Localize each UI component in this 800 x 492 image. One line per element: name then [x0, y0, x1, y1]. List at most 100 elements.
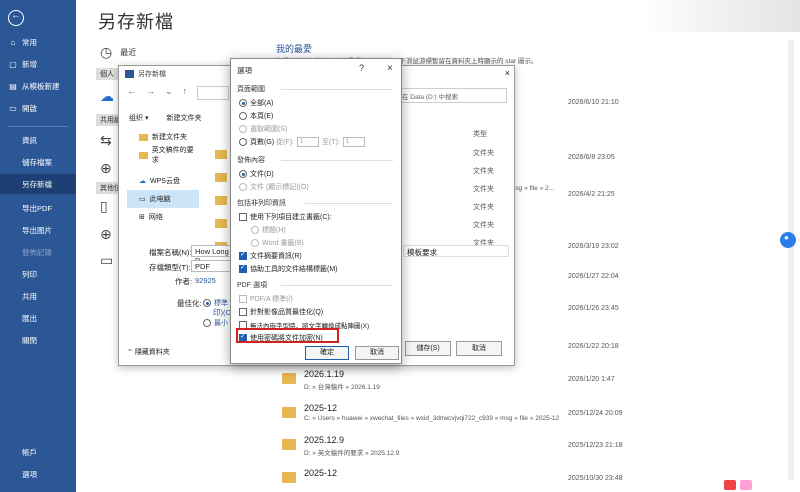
location-recent[interactable]: ◷ 最近 [100, 44, 136, 61]
new-folder-button[interactable]: 新建文件夹 [166, 113, 201, 123]
save-button[interactable]: 儲存(S) [405, 341, 451, 356]
optimize-label: 最佳化: [177, 299, 202, 308]
nav-info[interactable]: 資訊 [0, 130, 76, 150]
network-icon: ⊞ [139, 214, 145, 221]
section-personal: 個人 [96, 68, 118, 80]
nav-history: 發佈記錄 [22, 247, 52, 257]
type-column-header[interactable]: 类型 [473, 129, 487, 139]
nav-template[interactable]: ▤ 从模板新建 [0, 76, 76, 96]
folder-icon [282, 373, 296, 384]
folder-icon [282, 472, 296, 483]
option-optimize[interactable]: 針對影像品質最佳化(Q) [239, 307, 323, 317]
checkbox-optimize[interactable] [239, 308, 247, 316]
tree-item[interactable]: 新建文件夹 [127, 128, 199, 146]
option-headings: 標題(H) [251, 225, 286, 235]
nav-account[interactable]: 帳戶 [0, 442, 76, 462]
folder-icon [215, 219, 227, 228]
close-icon[interactable]: × [505, 68, 510, 78]
assistant-icon[interactable] [780, 232, 796, 248]
recent-folder-row[interactable]: 2025-12 2025/10/30 23:48 [276, 466, 786, 492]
recent-folder-row[interactable]: 2025.12.9 D: » 英文稿件的要求 » 2025.12.9 2025/12… [276, 433, 786, 459]
close-icon[interactable]: × [387, 63, 393, 74]
tree-item[interactable]: 英文稿件的要求 [127, 146, 199, 164]
option-tags[interactable]: 協助工具的文件結構標籤(M) [239, 263, 338, 274]
radio-current[interactable] [239, 112, 247, 120]
checkbox-pdfa [239, 295, 247, 303]
radio-standard[interactable] [203, 299, 211, 307]
nav-export-pdf[interactable]: 导出PDF [0, 198, 76, 218]
nav-print[interactable]: 列印 [0, 264, 76, 284]
option-current[interactable]: 本頁(E) [239, 111, 273, 121]
filename-field[interactable]: How Long D [191, 245, 233, 265]
divider [281, 89, 393, 90]
checkbox-bookmarks[interactable] [239, 213, 247, 221]
radio-pages[interactable] [239, 138, 247, 146]
back-icon[interactable] [8, 10, 24, 26]
encrypt-highlight-box [236, 328, 339, 343]
search-input[interactable]: 在 Data (D:) 中搜索 [397, 88, 507, 103]
cancel-button[interactable]: 取消 [456, 341, 502, 356]
radio-document[interactable] [239, 170, 247, 178]
globe-icon: ⊕ [100, 160, 112, 176]
nav-export[interactable]: 匯出 [0, 308, 76, 328]
file-list-partial [215, 150, 231, 260]
location-add[interactable]: ⊕ [100, 226, 120, 243]
option-all[interactable]: 全部(A) [239, 98, 273, 108]
tree-item[interactable]: ▭ 此电脑 [127, 190, 199, 208]
nav-save-as[interactable]: 另存新檔 [0, 174, 76, 194]
tree-item[interactable]: ☁ WPS云盘 [127, 172, 199, 190]
back-arrow-icon[interactable]: ← [127, 86, 136, 97]
checkbox-tags[interactable] [239, 263, 247, 273]
nav-new[interactable]: ▢ 新增 [0, 54, 76, 74]
location-this-pc[interactable]: ▯ [100, 198, 116, 215]
pc-icon: ▭ [139, 196, 146, 203]
scrollbar[interactable] [788, 40, 794, 480]
help-icon[interactable]: ? [359, 63, 364, 73]
tray-icon [724, 480, 736, 490]
nav-share[interactable]: 共用 [0, 286, 76, 306]
folder-tree: 新建文件夹 英文稿件的要求 ☁ WPS云盘 ▭ 此电脑 ⊞ 网络 [127, 128, 199, 236]
location-other[interactable]: ⊕ [100, 160, 120, 177]
option-bookmarks[interactable]: 使用下列項目建立書籤(C): [239, 212, 332, 222]
address-bar[interactable] [197, 86, 229, 100]
radio-selection [239, 125, 247, 133]
forward-arrow-icon[interactable]: → [146, 86, 155, 97]
filetype-label: 存檔類型(T): [149, 263, 191, 272]
to-page-spinner[interactable]: 1 [342, 137, 365, 147]
page-title: 另存新檔 [98, 12, 174, 32]
share-icon: ⇆ [100, 132, 112, 148]
option-props[interactable]: 文件摘要資訊(R) [239, 250, 302, 261]
nav-home[interactable]: ⌂ 常用 [0, 32, 76, 52]
nav-save[interactable]: 儲存檔案 [0, 152, 76, 172]
checkbox-props[interactable] [239, 250, 247, 260]
group-pdf: PDF 選項 [237, 282, 267, 289]
tags-field[interactable]: 模板要求 [403, 245, 509, 257]
radio-markup [239, 183, 247, 191]
recent-folder-row[interactable]: 2025-12 C: » Users » huawei » xwechat_fil… [276, 401, 786, 427]
location-share[interactable]: ⇆ [100, 132, 120, 149]
optimize-min[interactable]: 最小 [203, 318, 228, 328]
nav-arrows: ← → ⌄ ↑ [127, 86, 187, 97]
options-cancel-button[interactable]: 取消 [355, 346, 399, 360]
nav-open[interactable]: ▭ 開啟 [0, 98, 76, 118]
radio-headings [251, 226, 259, 234]
nav-options[interactable]: 選項 [0, 464, 76, 484]
up-arrow-icon[interactable]: ↑ [183, 86, 188, 97]
word-icon [125, 70, 134, 78]
tree-item[interactable]: ⊞ 网络 [127, 208, 199, 226]
hide-folders-toggle[interactable]: ⌃ 隱藏資料夾 [127, 347, 170, 357]
radio-all[interactable] [239, 99, 247, 107]
option-pages[interactable]: 頁數(G) 從(F): 1 至(T): 1 [239, 137, 368, 147]
from-page-spinner[interactable]: 1 [297, 137, 319, 147]
nav-export-image[interactable]: 导出图片 [0, 220, 76, 240]
radio-min[interactable] [203, 319, 211, 327]
recent-folder-row[interactable]: 2026.1.19 D: » 台灣稿件 » 2026.1.19 2026/1/20 … [276, 367, 786, 393]
dropdown-icon[interactable]: ⌄ [165, 86, 173, 97]
nav-close[interactable]: 關閉 [0, 330, 76, 350]
option-document[interactable]: 文件(D) [239, 169, 274, 179]
organize-button[interactable]: 组织 ▾ [129, 113, 148, 123]
ok-button[interactable]: 確定 [305, 346, 349, 360]
folder-icon [215, 150, 227, 159]
author-value[interactable]: 92925 [195, 276, 216, 285]
filetype-select[interactable]: PDF [191, 260, 233, 272]
